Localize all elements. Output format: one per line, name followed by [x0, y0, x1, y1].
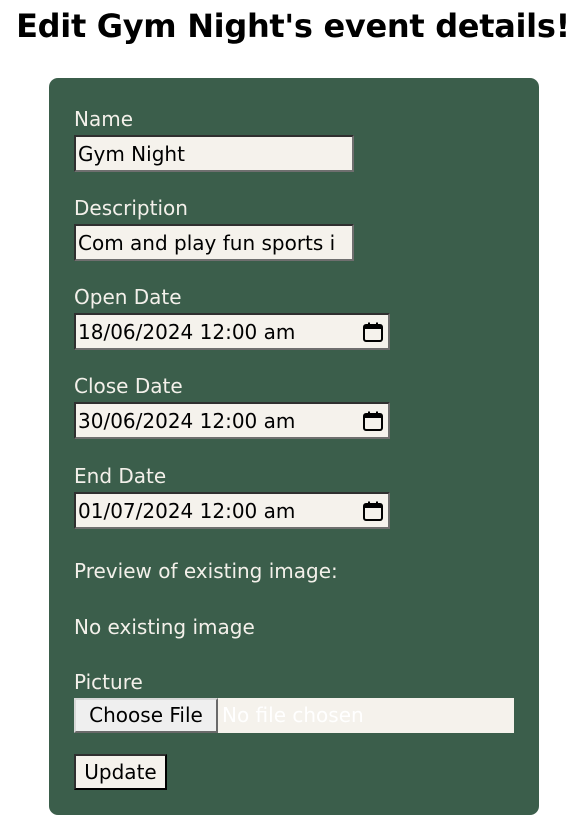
open-date-label: Open Date — [74, 285, 182, 309]
end-date-value: 01/07/2024 12:00 am — [78, 498, 296, 523]
end-date-label: End Date — [74, 464, 167, 488]
image-preview-label: Preview of existing image: — [74, 559, 338, 583]
picture-file-input[interactable]: Choose File No file chosen — [74, 698, 514, 733]
page-title: Edit Gym Night's event details! — [16, 7, 570, 45]
close-date-value: 30/06/2024 12:00 am — [78, 408, 296, 433]
description-label: Description — [74, 196, 188, 220]
open-date-value: 18/06/2024 12:00 am — [78, 319, 296, 344]
file-status-text: No file chosen — [222, 703, 364, 727]
choose-file-button[interactable]: Choose File — [74, 698, 218, 733]
open-date-input[interactable]: 18/06/2024 12:00 am — [74, 313, 390, 350]
calendar-icon[interactable] — [363, 322, 383, 342]
close-date-label: Close Date — [74, 374, 183, 398]
close-date-input[interactable]: 30/06/2024 12:00 am — [74, 402, 390, 439]
description-input[interactable] — [74, 224, 354, 261]
calendar-icon[interactable] — [363, 501, 383, 521]
update-button[interactable]: Update — [74, 754, 167, 790]
calendar-icon[interactable] — [363, 411, 383, 431]
name-label: Name — [74, 107, 134, 131]
picture-label: Picture — [74, 670, 143, 694]
event-edit-form: Name Description Open Date 18/06/2024 12… — [49, 78, 539, 815]
name-input[interactable] — [74, 135, 354, 172]
end-date-input[interactable]: 01/07/2024 12:00 am — [74, 492, 390, 529]
image-preview-status: No existing image — [74, 615, 255, 639]
